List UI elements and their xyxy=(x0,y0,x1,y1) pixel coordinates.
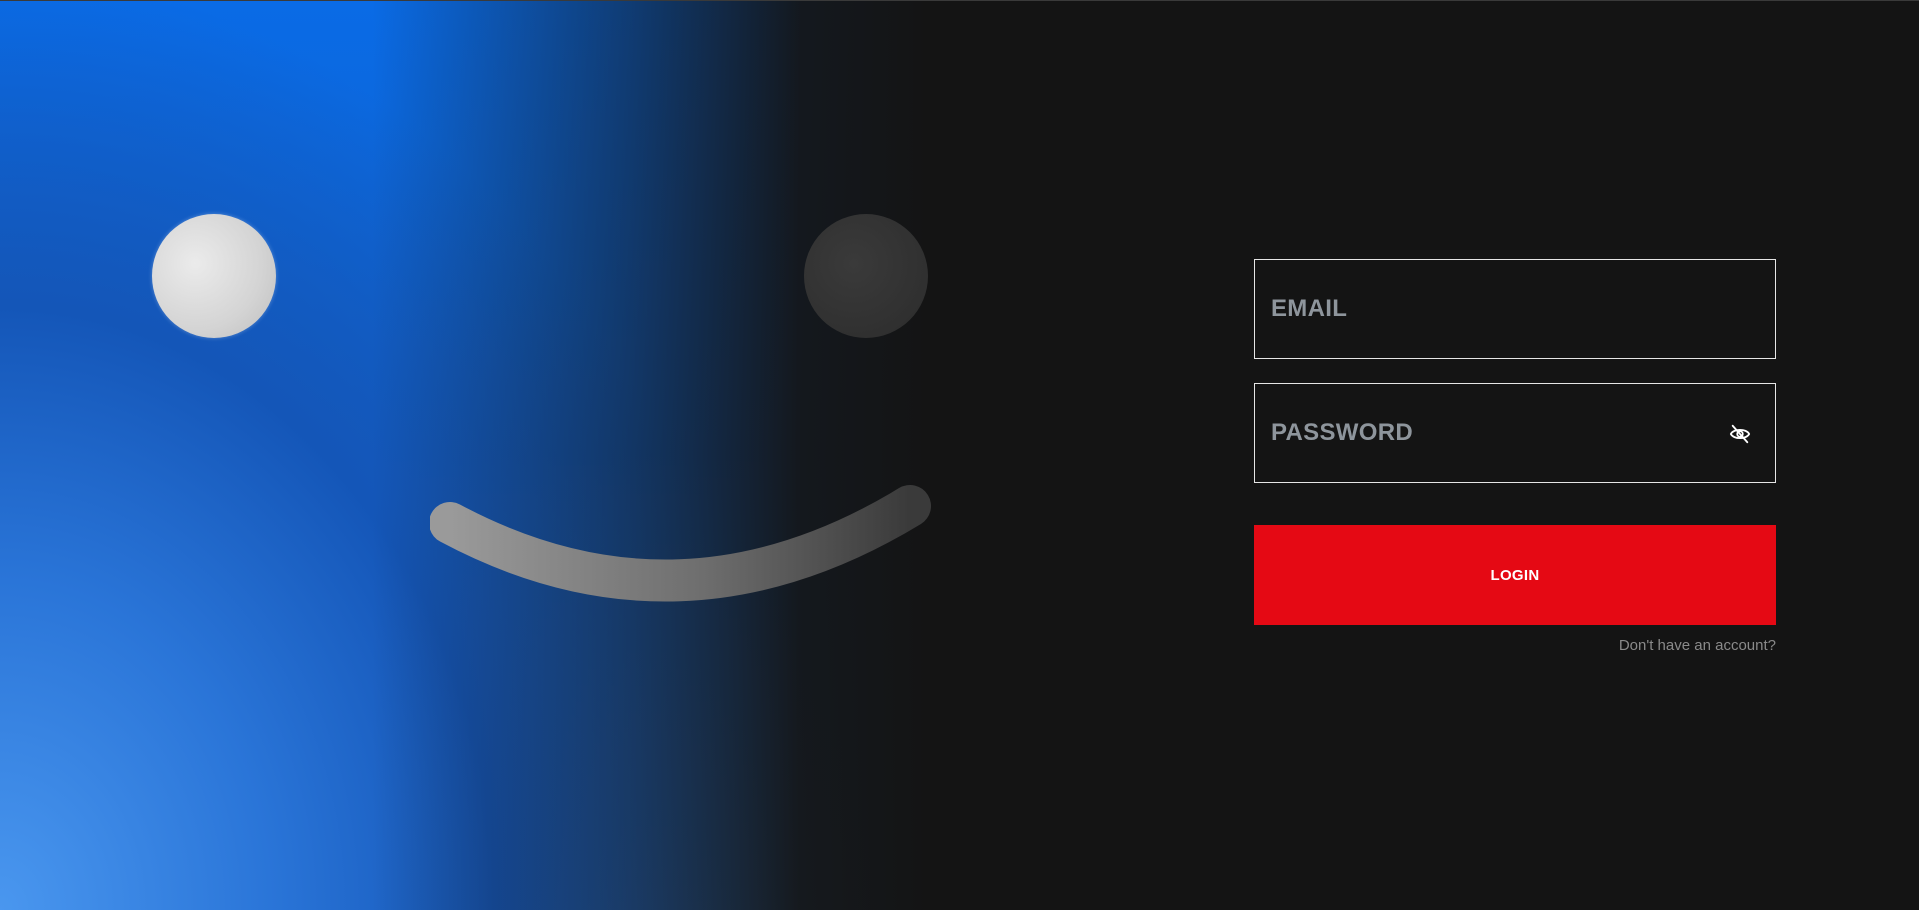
eye-off-icon[interactable] xyxy=(1729,423,1751,445)
login-page: LOGIN Don't have an account? xyxy=(0,0,1919,910)
login-button[interactable]: LOGIN xyxy=(1254,525,1776,625)
hero-illustration xyxy=(0,1,931,910)
email-field-wrapper xyxy=(1254,259,1776,359)
password-field[interactable] xyxy=(1255,384,1775,482)
password-field-wrapper xyxy=(1254,383,1776,483)
signup-link[interactable]: Don't have an account? xyxy=(1254,637,1776,654)
smiley-left-eye xyxy=(152,214,276,338)
smiley-mouth xyxy=(430,485,931,602)
smiley-right-eye xyxy=(804,214,928,338)
login-form: LOGIN Don't have an account? xyxy=(1254,259,1776,654)
email-field[interactable] xyxy=(1255,260,1775,358)
